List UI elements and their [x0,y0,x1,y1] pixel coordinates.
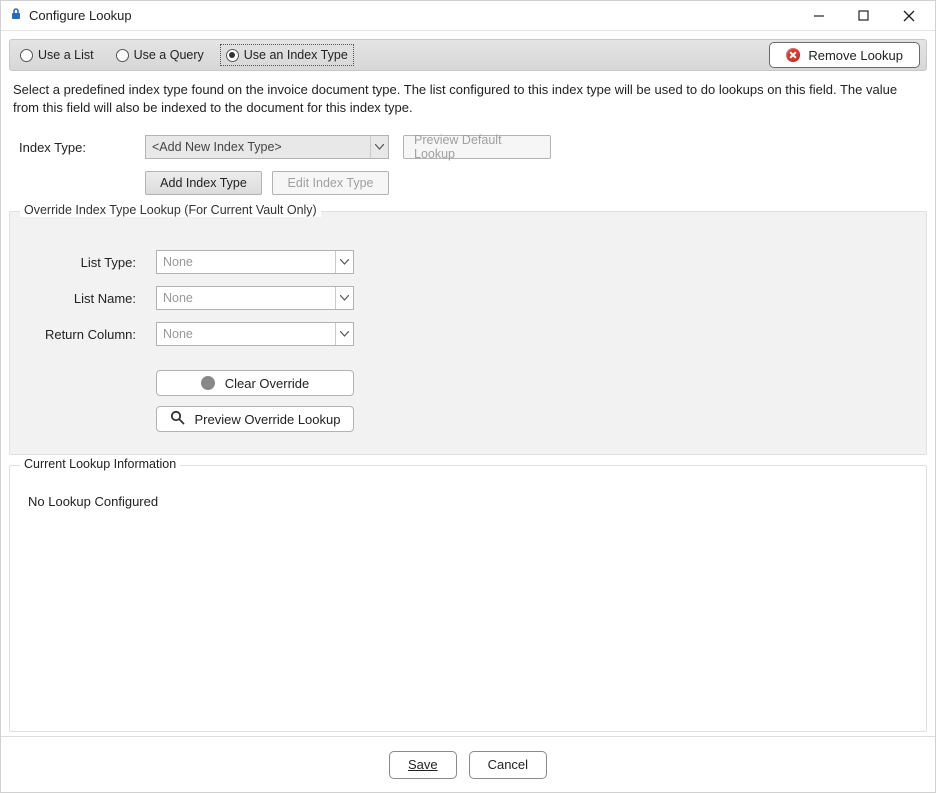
edit-index-type-button[interactable]: Edit Index Type [272,171,389,195]
remove-lookup-button[interactable]: Remove Lookup [769,42,920,68]
button-label: Preview Default Lookup [414,133,540,161]
window-body: Use a List Use a Query Use an Index Type… [1,31,935,736]
index-type-combo[interactable]: <Add New Index Type> [145,135,389,159]
list-type-value: None [157,255,335,269]
override-legend: Override Index Type Lookup (For Current … [20,203,321,217]
chevron-down-icon [370,136,388,158]
current-lookup-legend: Current Lookup Information [20,457,180,471]
list-name-value: None [157,291,335,305]
configure-lookup-window: Configure Lookup Use a List [0,0,936,793]
radio-label: Use a List [38,48,94,62]
button-label: Clear Override [225,376,310,391]
titlebar: Configure Lookup [1,1,935,31]
preview-default-lookup-button[interactable]: Preview Default Lookup [403,135,551,159]
radio-icon [116,49,129,62]
list-type-label: List Type: [30,255,142,270]
list-name-combo[interactable]: None [156,286,354,310]
description-text: Select a predefined index type found on … [9,71,927,127]
override-fieldset: Override Index Type Lookup (For Current … [9,211,927,455]
radio-use-query[interactable]: Use a Query [112,46,208,64]
radio-label: Use an Index Type [244,48,348,62]
preview-override-lookup-button[interactable]: Preview Override Lookup [156,406,354,432]
return-column-value: None [157,327,335,341]
search-icon [170,410,185,428]
button-label: Add Index Type [160,176,247,190]
chevron-down-icon [335,251,353,273]
maximize-button[interactable] [841,2,886,30]
clear-override-button[interactable]: Clear Override [156,370,354,396]
radio-icon [226,49,239,62]
button-label: Preview Override Lookup [195,412,341,427]
radio-use-index-type[interactable]: Use an Index Type [222,46,352,64]
lock-icon [9,7,23,24]
save-button[interactable]: Save [389,751,457,779]
radio-use-list[interactable]: Use a List [16,46,98,64]
current-lookup-text: No Lookup Configured [24,486,912,517]
lookup-mode-radio-group: Use a List Use a Query Use an Index Type [16,46,352,64]
radio-icon [20,49,33,62]
button-label: Save [408,757,438,772]
add-index-type-button[interactable]: Add Index Type [145,171,262,195]
current-lookup-fieldset: Current Lookup Information No Lookup Con… [9,465,927,732]
cancel-button[interactable]: Cancel [469,751,547,779]
list-type-combo[interactable]: None [156,250,354,274]
return-column-combo[interactable]: None [156,322,354,346]
list-name-label: List Name: [30,291,142,306]
minimize-button[interactable] [796,2,841,30]
window-title: Configure Lookup [29,8,132,23]
button-label: Edit Index Type [288,176,374,190]
radio-label: Use a Query [134,48,204,62]
override-body: List Type: None List Name: None [10,212,926,454]
circle-icon [201,376,215,390]
return-column-label: Return Column: [30,327,142,342]
remove-lookup-label: Remove Lookup [808,48,903,63]
index-type-value: <Add New Index Type> [146,140,370,154]
index-type-form: Index Type: <Add New Index Type> Preview… [9,127,927,203]
chevron-down-icon [335,323,353,345]
footer: Save Cancel [1,736,935,792]
button-label: Cancel [488,757,528,772]
lookup-mode-bar: Use a List Use a Query Use an Index Type… [9,39,927,71]
window-controls [796,2,931,30]
chevron-down-icon [335,287,353,309]
remove-icon [786,48,800,62]
close-button[interactable] [886,2,931,30]
index-type-label: Index Type: [19,140,131,155]
